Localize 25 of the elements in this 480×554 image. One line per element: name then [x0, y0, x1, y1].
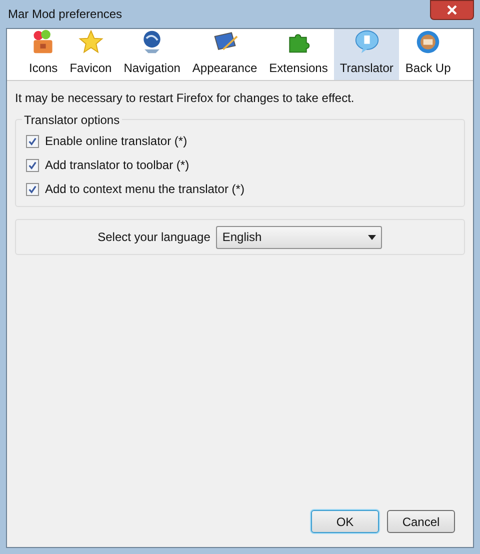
toolbar-tab[interactable]: Back Up	[399, 29, 457, 80]
speech-bubble-icon	[354, 29, 380, 55]
toolbar-tab[interactable]: Favicon	[64, 29, 118, 80]
window-title: Mar Mod preferences	[8, 6, 122, 23]
toolbar-tab[interactable]: Extensions	[263, 29, 334, 80]
checkbox-label: Enable online translator (*)	[45, 133, 188, 150]
language-dropdown[interactable]: English	[216, 226, 382, 248]
close-button[interactable]	[430, 0, 474, 20]
dialog-button[interactable]: OK	[311, 510, 379, 533]
checkbox[interactable]	[26, 158, 39, 172]
close-icon	[447, 5, 457, 15]
checkbox-label: Add translator to toolbar (*)	[45, 157, 190, 174]
star-icon	[78, 29, 104, 55]
restart-notice: It may be necessary to restart Firefox for changes to take effect.	[15, 90, 356, 107]
checkbox[interactable]	[26, 182, 39, 196]
toolbar-tab[interactable]: Appearance	[186, 29, 264, 80]
backup-icon	[415, 29, 442, 55]
checkbox[interactable]	[26, 134, 39, 148]
dropdown-arrow-icon	[368, 234, 376, 240]
checkbox-label: Add to context menu the translator (*)	[45, 181, 244, 198]
toolbar-tab[interactable]: Icons	[23, 29, 64, 80]
toolbar-tab[interactable]: Navigation	[118, 29, 186, 80]
language-label: Select your language	[98, 229, 210, 246]
dialog-button[interactable]: Cancel	[387, 510, 455, 533]
toolbar-tab[interactable]: Translator	[334, 29, 400, 80]
